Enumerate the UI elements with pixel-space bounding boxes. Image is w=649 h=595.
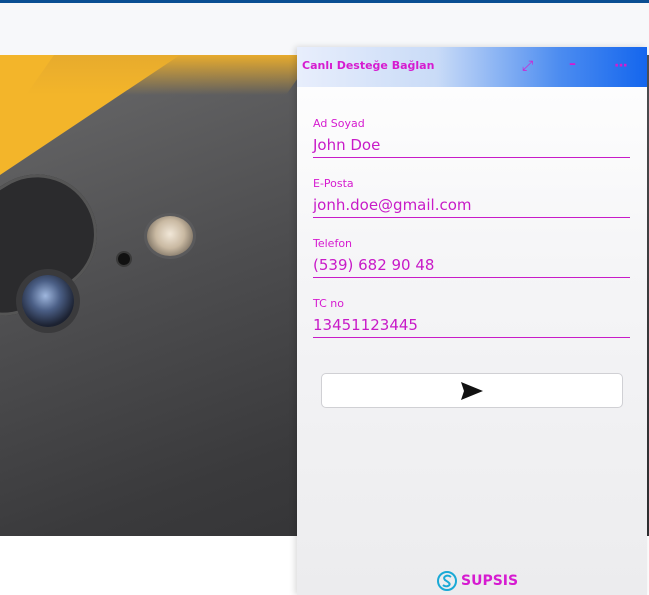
expand-icon[interactable]: ⤢ — [522, 57, 533, 75]
name-label: Ad Soyad — [313, 117, 365, 130]
phone-field[interactable]: Telefon (539) 682 90 48 — [313, 237, 630, 278]
tc-no-input[interactable]: 13451123445 — [313, 311, 630, 338]
live-support-widget: Canlı Desteğe Bağlan ⤢ – ··· Ad Soyad Jo… — [297, 47, 647, 595]
brand-footer: SUPSIS — [437, 571, 518, 591]
tc-no-field[interactable]: TC no 13451123445 — [313, 297, 630, 338]
name-input[interactable]: John Doe — [313, 131, 630, 158]
phone-input[interactable]: (539) 682 90 48 — [313, 251, 630, 278]
camera-lens — [22, 275, 74, 327]
minimize-icon[interactable]: – — [569, 55, 576, 73]
widget-header: Canlı Desteğe Bağlan ⤢ – ··· — [297, 47, 647, 87]
hero-yellow-highlight — [25, 55, 315, 95]
brand-name: SUPSIS — [461, 573, 519, 589]
send-icon — [461, 381, 483, 400]
email-input[interactable]: jonh.doe@gmail.com — [313, 191, 630, 218]
microphone-hole — [118, 253, 130, 265]
supsis-logo-icon — [437, 571, 457, 591]
camera-flash — [147, 216, 193, 256]
name-field[interactable]: Ad Soyad John Doe — [313, 117, 630, 158]
menu-icon[interactable]: ··· — [614, 57, 628, 75]
send-button[interactable] — [321, 373, 623, 408]
tc-no-label: TC no — [313, 297, 344, 310]
email-field[interactable]: E-Posta jonh.doe@gmail.com — [313, 177, 630, 218]
email-label: E-Posta — [313, 177, 354, 190]
phone-label: Telefon — [313, 237, 353, 250]
widget-title: Canlı Desteğe Bağlan — [302, 59, 435, 72]
